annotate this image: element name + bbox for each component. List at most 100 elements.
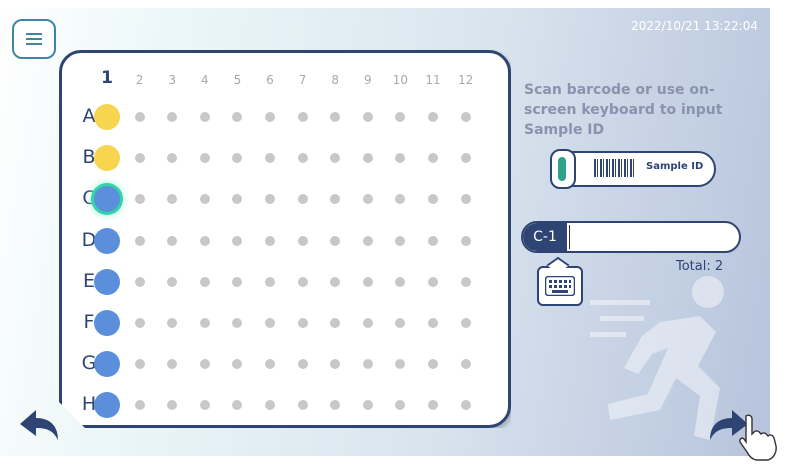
well-E1[interactable] bbox=[94, 269, 120, 295]
well-H9[interactable] bbox=[363, 400, 373, 410]
well-B2[interactable] bbox=[135, 153, 145, 163]
well-B5[interactable] bbox=[232, 153, 242, 163]
well-H5[interactable] bbox=[232, 400, 242, 410]
well-F7[interactable] bbox=[298, 318, 308, 328]
well-A2[interactable] bbox=[135, 112, 145, 122]
well-G1[interactable] bbox=[94, 351, 120, 377]
well-F10[interactable] bbox=[395, 318, 405, 328]
well-A12[interactable] bbox=[461, 112, 471, 122]
well-E3[interactable] bbox=[167, 277, 177, 287]
well-E6[interactable] bbox=[265, 277, 275, 287]
back-arrow-icon[interactable] bbox=[18, 408, 60, 442]
well-B11[interactable] bbox=[428, 153, 438, 163]
menu-button[interactable] bbox=[12, 19, 56, 59]
well-H8[interactable] bbox=[330, 400, 340, 410]
well-G4[interactable] bbox=[200, 359, 210, 369]
well-A1[interactable] bbox=[94, 104, 120, 130]
well-E7[interactable] bbox=[298, 277, 308, 287]
well-D8[interactable] bbox=[330, 236, 340, 246]
well-B12[interactable] bbox=[461, 153, 471, 163]
well-A11[interactable] bbox=[428, 112, 438, 122]
well-H7[interactable] bbox=[298, 400, 308, 410]
well-C2[interactable] bbox=[135, 194, 145, 204]
well-C12[interactable] bbox=[461, 194, 471, 204]
well-G7[interactable] bbox=[298, 359, 308, 369]
well-A9[interactable] bbox=[363, 112, 373, 122]
well-D3[interactable] bbox=[167, 236, 177, 246]
well-G8[interactable] bbox=[330, 359, 340, 369]
well-E9[interactable] bbox=[363, 277, 373, 287]
well-C8[interactable] bbox=[330, 194, 340, 204]
well-G11[interactable] bbox=[428, 359, 438, 369]
well-E2[interactable] bbox=[135, 277, 145, 287]
well-C11[interactable] bbox=[428, 194, 438, 204]
well-E4[interactable] bbox=[200, 277, 210, 287]
well-B9[interactable] bbox=[363, 153, 373, 163]
well-C9[interactable] bbox=[363, 194, 373, 204]
well-E5[interactable] bbox=[232, 277, 242, 287]
well-G3[interactable] bbox=[167, 359, 177, 369]
well-E8[interactable] bbox=[330, 277, 340, 287]
well-D1[interactable] bbox=[94, 228, 120, 254]
well-F12[interactable] bbox=[461, 318, 471, 328]
well-D5[interactable] bbox=[232, 236, 242, 246]
well-B10[interactable] bbox=[395, 153, 405, 163]
well-A6[interactable] bbox=[265, 112, 275, 122]
well-C3[interactable] bbox=[167, 194, 177, 204]
well-B6[interactable] bbox=[265, 153, 275, 163]
well-F1[interactable] bbox=[94, 310, 120, 336]
well-A5[interactable] bbox=[232, 112, 242, 122]
well-C4[interactable] bbox=[200, 194, 210, 204]
well-C1[interactable] bbox=[94, 186, 120, 212]
well-E10[interactable] bbox=[395, 277, 405, 287]
well-B8[interactable] bbox=[330, 153, 340, 163]
well-A4[interactable] bbox=[200, 112, 210, 122]
well-H11[interactable] bbox=[428, 400, 438, 410]
sample-id-field[interactable]: C-1 bbox=[521, 221, 741, 253]
well-F4[interactable] bbox=[200, 318, 210, 328]
keyboard-button[interactable] bbox=[537, 266, 583, 306]
well-F11[interactable] bbox=[428, 318, 438, 328]
well-C6[interactable] bbox=[265, 194, 275, 204]
well-F8[interactable] bbox=[330, 318, 340, 328]
well-F6[interactable] bbox=[265, 318, 275, 328]
well-C10[interactable] bbox=[395, 194, 405, 204]
well-C7[interactable] bbox=[298, 194, 308, 204]
well-G2[interactable] bbox=[135, 359, 145, 369]
well-A7[interactable] bbox=[298, 112, 308, 122]
well-B1[interactable] bbox=[94, 145, 120, 171]
well-D2[interactable] bbox=[135, 236, 145, 246]
well-A3[interactable] bbox=[167, 112, 177, 122]
well-D11[interactable] bbox=[428, 236, 438, 246]
well-H3[interactable] bbox=[167, 400, 177, 410]
well-B7[interactable] bbox=[298, 153, 308, 163]
well-F2[interactable] bbox=[135, 318, 145, 328]
well-B3[interactable] bbox=[167, 153, 177, 163]
well-H10[interactable] bbox=[395, 400, 405, 410]
well-F9[interactable] bbox=[363, 318, 373, 328]
well-F5[interactable] bbox=[232, 318, 242, 328]
well-A10[interactable] bbox=[395, 112, 405, 122]
well-E12[interactable] bbox=[461, 277, 471, 287]
well-H1[interactable] bbox=[94, 392, 120, 418]
well-C5[interactable] bbox=[232, 194, 242, 204]
well-D7[interactable] bbox=[298, 236, 308, 246]
well-D12[interactable] bbox=[461, 236, 471, 246]
well-B4[interactable] bbox=[200, 153, 210, 163]
well-G9[interactable] bbox=[363, 359, 373, 369]
well-D4[interactable] bbox=[200, 236, 210, 246]
well-G10[interactable] bbox=[395, 359, 405, 369]
well-D10[interactable] bbox=[395, 236, 405, 246]
well-H4[interactable] bbox=[200, 400, 210, 410]
well-D9[interactable] bbox=[363, 236, 373, 246]
well-G6[interactable] bbox=[265, 359, 275, 369]
well-G5[interactable] bbox=[232, 359, 242, 369]
well-H6[interactable] bbox=[265, 400, 275, 410]
well-F3[interactable] bbox=[167, 318, 177, 328]
sample-id-input[interactable] bbox=[569, 225, 732, 249]
well-H12[interactable] bbox=[461, 400, 471, 410]
well-G12[interactable] bbox=[461, 359, 471, 369]
well-E11[interactable] bbox=[428, 277, 438, 287]
well-H2[interactable] bbox=[135, 400, 145, 410]
well-A8[interactable] bbox=[330, 112, 340, 122]
